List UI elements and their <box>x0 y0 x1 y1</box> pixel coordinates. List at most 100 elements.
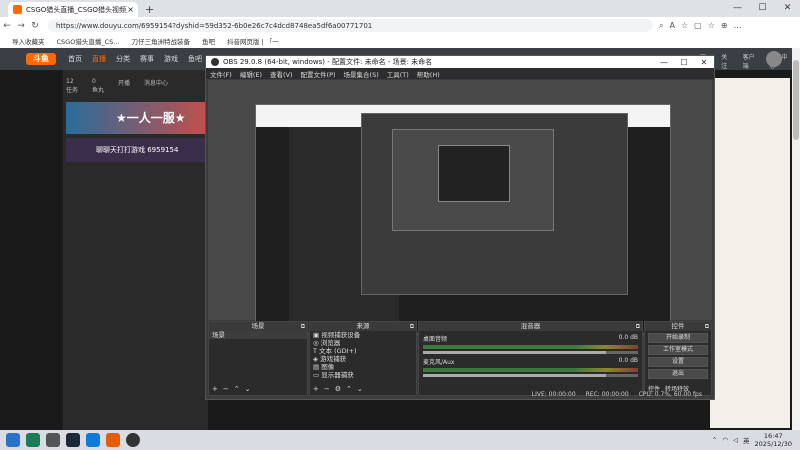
menu-profile[interactable]: 配置文件(P) <box>301 69 336 79</box>
source-item[interactable]: ◎ 浏览器 <box>310 339 416 347</box>
edge-icon[interactable] <box>86 433 100 447</box>
scenes-dock: 场景 ⧉ 场景 + − ⌃ ⌄ <box>208 321 308 396</box>
window-controls: — ☐ ✕ <box>725 0 800 17</box>
menu-file[interactable]: 文件(F) <box>210 69 232 79</box>
app-icon[interactable] <box>26 433 40 447</box>
settings-button[interactable]: 设置 <box>648 357 708 367</box>
bookmark-item[interactable]: 鱼吧 <box>202 36 215 46</box>
read-aloud-icon[interactable]: A <box>669 21 674 31</box>
minimize-icon[interactable]: — <box>725 0 750 17</box>
exit-button[interactable]: 退出 <box>648 369 708 379</box>
new-tab-button[interactable]: + <box>145 3 154 16</box>
close-window-icon[interactable]: ✕ <box>775 0 800 17</box>
start-recording-button[interactable]: 开始录制 <box>648 333 708 343</box>
bookmark-item[interactable]: 抖音网页版 | 「一 <box>227 36 279 46</box>
menu-scene-collection[interactable]: 场景集合(S) <box>344 69 379 79</box>
close-tab-icon[interactable]: × <box>127 5 134 14</box>
mixer-channel: 麦克风/Aux 0.0 dB <box>423 357 638 377</box>
nav-category[interactable]: 分类 <box>116 54 130 64</box>
app-icon[interactable] <box>46 433 60 447</box>
nav-yuba[interactable]: 鱼吧 <box>188 54 202 64</box>
douyu-favicon-icon <box>13 5 22 14</box>
controls-dock-header: 控件 ⧉ <box>645 322 711 331</box>
maximize-icon[interactable]: ☐ <box>750 0 775 17</box>
menu-view[interactable]: 查看(V) <box>270 69 293 79</box>
obs-title: OBS 29.0.8 (64-bit, windows) - 配置文件: 未命名… <box>223 58 433 66</box>
popout-icon[interactable]: ⧉ <box>705 322 709 331</box>
source-item[interactable]: T 文本 (GDI+) <box>310 347 416 355</box>
client-link[interactable]: 客户端 <box>743 52 760 70</box>
obs-taskbar-icon[interactable] <box>126 433 140 447</box>
windows-taskbar: ⌃ ◠ ◁ 英 16:47 2025/12/30 <box>0 430 800 450</box>
obs-preview[interactable] <box>208 80 712 334</box>
obs-status-bar: LIVE: 00:00:00 REC: 00:00:00 CPU: 0.7%, … <box>208 389 712 399</box>
obs-close-icon[interactable]: ✕ <box>694 58 714 67</box>
stat-item[interactable]: 开播 <box>118 78 130 94</box>
popout-icon[interactable]: ⧉ <box>410 322 414 331</box>
split-screen-icon[interactable]: ▢ <box>694 21 702 31</box>
tab-title: CSGO猎头直播_CSGO猎头视频直播 <box>26 5 127 14</box>
back-icon[interactable]: ← <box>0 21 14 31</box>
volume-slider[interactable] <box>423 374 638 377</box>
stat-item[interactable]: 消息中心 <box>144 78 168 94</box>
clock[interactable]: 16:47 2025/12/30 <box>755 432 792 448</box>
nav-home[interactable]: 首页 <box>68 54 82 64</box>
search-icon[interactable]: ⌕ <box>659 21 663 31</box>
steam-icon[interactable] <box>66 433 80 447</box>
captured-obs-preview-nested <box>438 145 510 202</box>
scrollbar-thumb[interactable] <box>793 60 799 140</box>
stat-item[interactable]: 0 鱼丸 <box>92 78 104 94</box>
source-item[interactable]: ▭ 显示器捕获 <box>310 371 416 379</box>
extensions-icon[interactable]: ⊕ <box>721 21 728 31</box>
browser-tab[interactable]: CSGO猎头直播_CSGO猎头视频直播 × <box>8 2 138 17</box>
popout-icon[interactable]: ⧉ <box>301 322 305 331</box>
nav-live[interactable]: 直播 <box>92 54 106 64</box>
source-item[interactable]: ▣ 视频捕获设备 <box>310 331 416 339</box>
favorite-icon[interactable]: ☆ <box>681 21 688 31</box>
sources-dock-header: 来源 ⧉ <box>310 322 416 331</box>
avatar[interactable] <box>766 51 782 67</box>
studio-mode-button[interactable]: 工作室模式 <box>648 345 708 355</box>
menu-help[interactable]: 帮助(H) <box>417 69 440 79</box>
system-tray: ⌃ ◠ ◁ 英 16:47 2025/12/30 <box>712 432 792 448</box>
source-item[interactable]: ◈ 游戏捕获 <box>310 355 416 363</box>
obs-window: OBS 29.0.8 (64-bit, windows) - 配置文件: 未命名… <box>205 55 715 400</box>
bookmark-item[interactable]: 刀仔三角洲特战装备 <box>131 36 190 46</box>
douyu-logo[interactable]: 斗鱼 <box>26 53 56 65</box>
favorites-icon[interactable]: ☆ <box>708 21 715 31</box>
menu-tools[interactable]: 工具(T) <box>387 69 409 79</box>
volume-slider[interactable] <box>423 351 638 354</box>
wifi-icon[interactable]: ◠ <box>722 436 728 444</box>
menu-edit[interactable]: 编辑(E) <box>240 69 262 79</box>
app-icon[interactable] <box>106 433 120 447</box>
input-language[interactable]: 英 <box>743 435 750 445</box>
popout-icon[interactable]: ⧉ <box>636 322 640 331</box>
nav-games[interactable]: 游戏 <box>164 54 178 64</box>
obs-logo-icon <box>211 58 219 66</box>
forward-icon[interactable]: → <box>14 21 28 31</box>
bookmark-item[interactable]: CSGO猎头直播_CS... <box>57 36 120 46</box>
obs-maximize-icon[interactable]: ☐ <box>674 58 694 67</box>
cpu-status: CPU: 0.7%, 60.00 fps <box>638 390 702 398</box>
volume-icon[interactable]: ◁ <box>733 436 738 444</box>
address-bar[interactable]: https://www.douyu.com/6959154?dyshid=59d… <box>48 19 653 32</box>
address-bar-icons: ⌕ A ☆ ▢ ☆ ⊕ … <box>659 21 742 31</box>
scenes-dock-header: 场景 ⧉ <box>209 322 307 331</box>
live-status: LIVE: 00:00:00 <box>531 390 576 398</box>
scene-item[interactable]: 场景 <box>209 331 307 339</box>
follow-link[interactable]: 关注 <box>721 52 732 70</box>
stat-item[interactable]: 12 任务 <box>66 78 78 94</box>
nav-events[interactable]: 赛事 <box>140 54 154 64</box>
promo-banner[interactable]: ★一人一服★ <box>66 102 206 134</box>
douyu-nav: 首页 直播 分类 赛事 游戏 鱼吧 <box>68 54 202 64</box>
windows-start-icon[interactable] <box>6 433 20 447</box>
stream-info-card[interactable]: 聊聊天打打游戏 6959154 <box>66 138 206 162</box>
more-icon[interactable]: … <box>734 21 742 31</box>
chevron-up-icon[interactable]: ⌃ <box>712 436 717 444</box>
obs-minimize-icon[interactable]: — <box>654 58 674 67</box>
bookmark-item[interactable]: 导入收藏夹 <box>12 36 45 46</box>
channel-name: 桌面音频 <box>423 336 448 343</box>
source-item[interactable]: ▤ 图像 <box>310 363 416 371</box>
reload-icon[interactable]: ↻ <box>28 21 42 31</box>
camera-icon: ▣ <box>313 331 322 339</box>
